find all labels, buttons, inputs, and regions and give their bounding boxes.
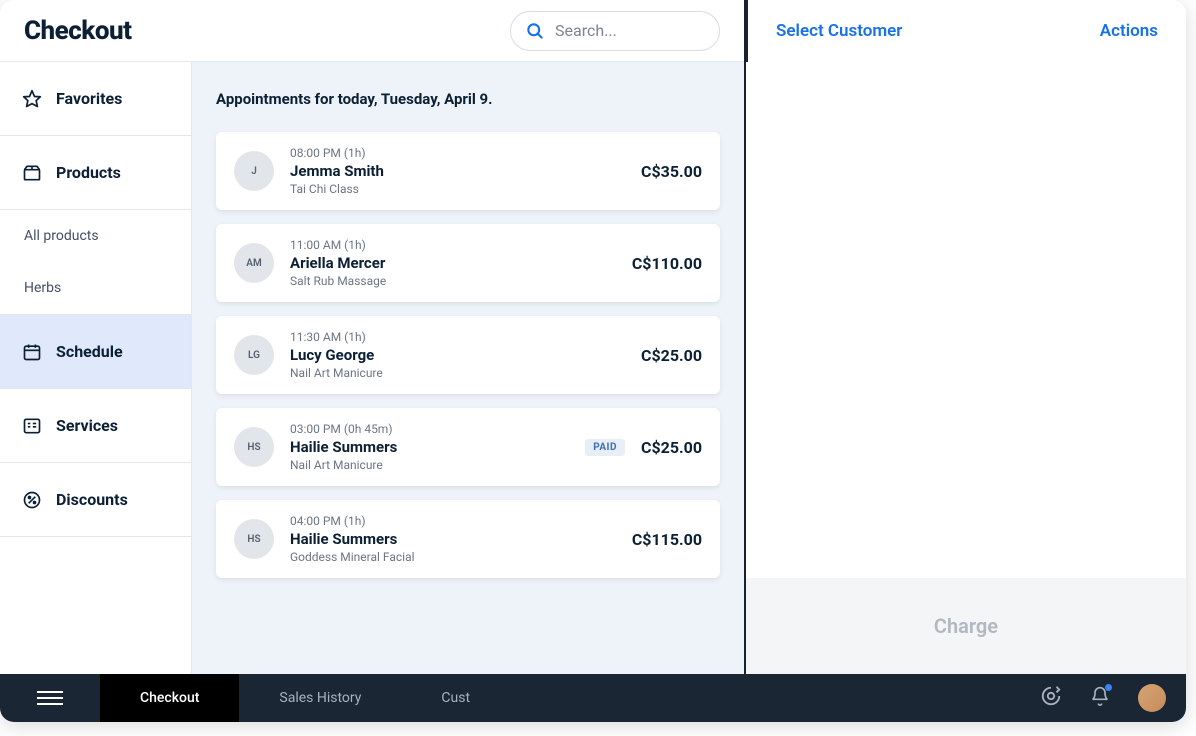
sidebar-subitem-all-products[interactable]: All products	[0, 210, 191, 262]
bottom-bar: Checkout Sales History Cust	[0, 674, 1186, 722]
bottom-icons	[1040, 684, 1166, 712]
avatar: HS	[234, 427, 274, 467]
appointment-right: C$110.00	[632, 254, 702, 273]
sidebar-subitem-herbs[interactable]: Herbs	[0, 262, 191, 314]
appointment-service: Salt Rub Massage	[290, 274, 616, 288]
sidebar-item-label: Discounts	[56, 490, 128, 509]
page-title: Checkout	[24, 16, 132, 46]
sidebar-item-products[interactable]: Products	[0, 136, 191, 210]
notifications-button[interactable]	[1090, 686, 1110, 710]
avatar: HS	[234, 519, 274, 559]
search-icon	[525, 21, 545, 41]
appointment-card[interactable]: LG 11:30 AM (1h) Lucy George Nail Art Ma…	[216, 316, 720, 394]
appointment-customer: Ariella Mercer	[290, 254, 616, 272]
select-customer-link[interactable]: Select Customer	[776, 21, 902, 41]
appointment-service: Nail Art Manicure	[290, 458, 569, 472]
appointment-service: Tai Chi Class	[290, 182, 625, 196]
tab-checkout[interactable]: Checkout	[100, 674, 239, 722]
appointment-price: C$25.00	[641, 346, 702, 365]
appointment-info: 04:00 PM (1h) Hailie Summers Goddess Min…	[290, 514, 616, 564]
sidebar-item-label: Products	[56, 163, 121, 182]
tab-customers[interactable]: Cust	[401, 674, 490, 722]
search-field[interactable]	[510, 11, 720, 51]
sidebar-item-favorites[interactable]: Favorites	[0, 62, 191, 136]
box-icon	[22, 163, 42, 183]
appointment-time: 11:00 AM (1h)	[290, 238, 616, 252]
sidebar-item-schedule[interactable]: Schedule	[0, 315, 191, 389]
appointment-right: C$35.00	[641, 162, 702, 181]
appointment-info: 03:00 PM (0h 45m) Hailie Summers Nail Ar…	[290, 422, 569, 472]
appointment-time: 08:00 PM (1h)	[290, 146, 625, 160]
charge-section: Charge	[746, 578, 1186, 674]
appointment-service: Nail Art Manicure	[290, 366, 625, 380]
avatar: LG	[234, 335, 274, 375]
paid-badge: PAID	[585, 439, 625, 456]
appointment-time: 11:30 AM (1h)	[290, 330, 625, 344]
sidebar-item-services[interactable]: Services	[0, 389, 191, 463]
search-input[interactable]	[555, 21, 705, 40]
sidebar: Favorites Products All products Herbs Sc…	[0, 62, 192, 674]
body: Favorites Products All products Herbs Sc…	[0, 62, 1186, 674]
appointment-customer: Hailie Summers	[290, 530, 616, 548]
appointment-price: C$25.00	[641, 438, 702, 457]
appointment-price: C$35.00	[641, 162, 702, 181]
appointment-right: PAID C$25.00	[585, 438, 702, 457]
appointment-card[interactable]: HS 04:00 PM (1h) Hailie Summers Goddess …	[216, 500, 720, 578]
appointment-price: C$110.00	[632, 254, 702, 273]
appointment-time: 03:00 PM (0h 45m)	[290, 422, 569, 436]
sync-button[interactable]	[1040, 685, 1062, 711]
appointment-price: C$115.00	[632, 530, 702, 549]
calendar-icon	[22, 342, 42, 362]
sidebar-item-label: Favorites	[56, 89, 122, 108]
appointment-right: C$115.00	[632, 530, 702, 549]
percent-icon	[22, 490, 42, 510]
appointment-customer: Hailie Summers	[290, 438, 569, 456]
appointment-info: 11:30 AM (1h) Lucy George Nail Art Manic…	[290, 330, 625, 380]
appointment-service: Goddess Mineral Facial	[290, 550, 616, 564]
star-icon	[22, 89, 42, 109]
hamburger-icon	[37, 691, 63, 705]
appointment-card[interactable]: HS 03:00 PM (0h 45m) Hailie Summers Nail…	[216, 408, 720, 486]
appointment-card[interactable]: J 08:00 PM (1h) Jemma Smith Tai Chi Clas…	[216, 132, 720, 210]
tab-sales-history[interactable]: Sales History	[239, 674, 401, 722]
sidebar-item-discounts[interactable]: Discounts	[0, 463, 191, 537]
header: Checkout Select Customer Actions	[0, 0, 1186, 62]
appointment-time: 04:00 PM (1h)	[290, 514, 616, 528]
appointment-list: J 08:00 PM (1h) Jemma Smith Tai Chi Clas…	[216, 132, 720, 578]
right-header: Select Customer Actions	[746, 0, 1186, 62]
user-avatar[interactable]	[1138, 684, 1166, 712]
cart-panel: Charge	[746, 62, 1186, 674]
cart-body	[746, 62, 1186, 578]
appointment-info: 11:00 AM (1h) Ariella Mercer Salt Rub Ma…	[290, 238, 616, 288]
charge-button[interactable]: Charge	[934, 614, 998, 638]
sidebar-item-label: Services	[56, 416, 118, 435]
avatar: J	[234, 151, 274, 191]
main-content: Appointments for today, Tuesday, April 9…	[192, 62, 746, 674]
appointment-info: 08:00 PM (1h) Jemma Smith Tai Chi Class	[290, 146, 625, 196]
panel-divider	[744, 0, 746, 674]
sync-icon	[1040, 685, 1062, 707]
list-icon	[22, 416, 42, 436]
app-window: Checkout Select Customer Actions Favorit…	[0, 0, 1186, 722]
appointments-heading: Appointments for today, Tuesday, April 9…	[216, 90, 720, 108]
appointment-customer: Lucy George	[290, 346, 625, 364]
menu-button[interactable]	[0, 674, 100, 722]
notification-dot	[1105, 684, 1112, 691]
sidebar-subitems: All products Herbs	[0, 210, 191, 315]
appointment-right: C$25.00	[641, 346, 702, 365]
actions-link[interactable]: Actions	[1100, 21, 1158, 41]
appointment-customer: Jemma Smith	[290, 162, 625, 180]
appointment-card[interactable]: AM 11:00 AM (1h) Ariella Mercer Salt Rub…	[216, 224, 720, 302]
avatar: AM	[234, 243, 274, 283]
sidebar-item-label: Schedule	[56, 342, 123, 361]
